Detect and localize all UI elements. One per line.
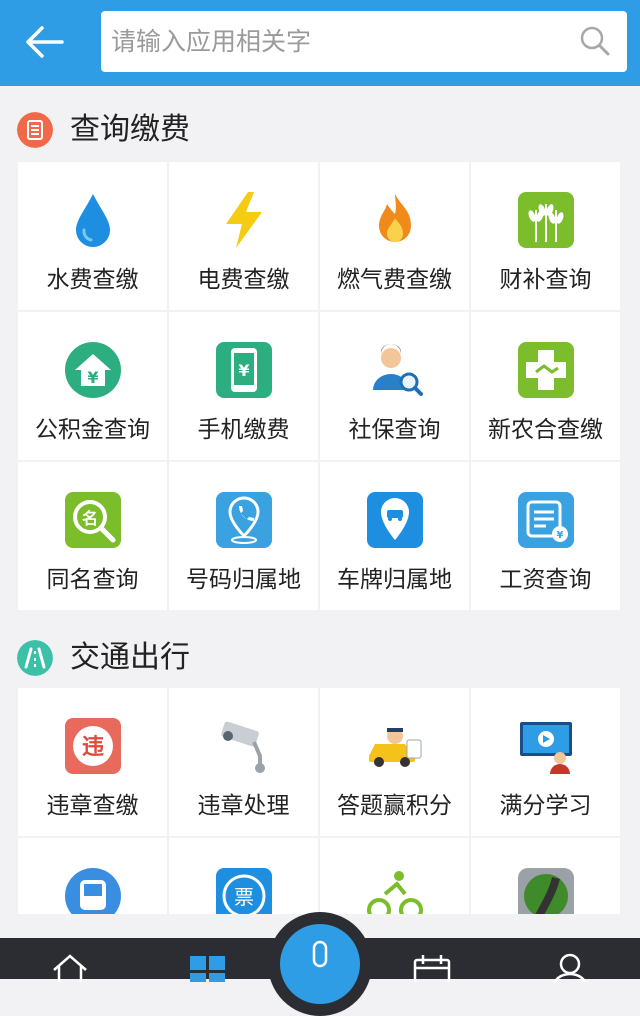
payment-grid: 水费查缴 电费查缴 燃气费查缴 财补查询 ¥ 公积金查询 ¥ 手机缴费 社保查询… <box>18 162 622 611</box>
tile-gas-fee[interactable]: 燃气费查缴 <box>320 162 469 310</box>
tile-label: 公积金查询 <box>35 417 150 443</box>
tile-violation-query[interactable]: 违 违章查缴 <box>18 688 167 836</box>
tile-social-security[interactable]: 社保查询 <box>320 312 469 460</box>
svg-text:¥: ¥ <box>557 530 564 541</box>
top-bar: 请输入应用相关字 <box>0 0 640 86</box>
phone-location-icon <box>216 492 272 548</box>
lightning-icon <box>226 192 262 248</box>
tile-plate-location[interactable]: 车牌归属地 <box>320 462 469 610</box>
tile-quiz-points[interactable]: 答题赢积分 <box>320 688 469 836</box>
bus-icon <box>65 868 121 914</box>
ticket-glyph: 票 <box>234 885 254 909</box>
svg-text:名: 名 <box>82 509 98 528</box>
tile-mobile-payment[interactable]: ¥ 手机缴费 <box>169 312 318 460</box>
tile-phone-location[interactable]: 号码归属地 <box>169 462 318 610</box>
traffic-grid: 违 违章查缴 违章处理 答题赢积分 满分学习 票 <box>18 688 622 914</box>
ticket-icon: 票 <box>216 868 272 914</box>
search-input[interactable]: 请输入应用相关字 <box>101 11 627 72</box>
tile-label: 燃气费查缴 <box>337 267 452 293</box>
water-drop-icon <box>76 194 110 247</box>
tile-ticket[interactable]: 票 <box>169 838 318 914</box>
bicycle-icon <box>367 871 423 914</box>
teacher-screen-icon <box>520 722 572 774</box>
tile-bus[interactable] <box>18 838 167 914</box>
tile-bicycle[interactable] <box>320 838 469 914</box>
tile-water-fee[interactable]: 水费查缴 <box>18 162 167 310</box>
apps-grid-icon[interactable] <box>188 952 228 982</box>
tile-salary-query[interactable]: ¥ 工资查询 <box>471 462 620 610</box>
tile-label: 满分学习 <box>499 793 592 819</box>
tile-label: 违章查缴 <box>46 793 139 819</box>
road-section-icon <box>17 640 53 676</box>
salary-list-icon: ¥ <box>518 492 574 548</box>
car-location-icon <box>367 492 423 548</box>
voice-button[interactable] <box>268 912 372 1016</box>
search-placeholder: 请输入应用相关字 <box>111 27 312 56</box>
tile-label: 新农合查缴 <box>488 417 603 443</box>
voice-button-inner <box>280 924 360 1004</box>
tile-subsidy-query[interactable]: 财补查询 <box>471 162 620 310</box>
tile-violation-handle[interactable]: 违章处理 <box>169 688 318 836</box>
svg-text:¥: ¥ <box>238 361 249 380</box>
tile-rural-medical[interactable]: 新农合查缴 <box>471 312 620 460</box>
violation-glyph: 违 <box>82 734 104 760</box>
camera-icon <box>221 721 265 773</box>
microphone-icon <box>312 940 328 968</box>
tile-label: 社保查询 <box>348 417 441 443</box>
section-header-payment: 查询缴费 <box>0 96 640 172</box>
tile-full-score-study[interactable]: 满分学习 <box>471 688 620 836</box>
tile-label: 工资查询 <box>499 567 592 593</box>
wheat-icon <box>518 192 574 248</box>
tile-label: 财补查询 <box>499 267 592 293</box>
police-car-icon <box>369 728 422 767</box>
name-search-icon: 名 <box>65 492 121 548</box>
section-title: 查询缴费 <box>70 112 190 147</box>
tile-label: 同名查询 <box>46 567 139 593</box>
tile-same-name[interactable]: 名 同名查询 <box>18 462 167 610</box>
road-icon <box>518 868 574 914</box>
calendar-icon[interactable] <box>412 952 452 982</box>
tile-label: 答题赢积分 <box>337 793 452 819</box>
flame-icon <box>379 194 411 242</box>
tile-label: 手机缴费 <box>197 417 290 443</box>
house-yuan-icon: ¥ <box>65 342 121 398</box>
tile-road[interactable] <box>471 838 620 914</box>
list-icon <box>17 112 53 148</box>
search-icon[interactable] <box>579 25 611 57</box>
home-icon[interactable] <box>50 952 90 982</box>
tile-electric-fee[interactable]: 电费查缴 <box>169 162 318 310</box>
back-arrow-icon[interactable] <box>22 24 66 60</box>
phone-yuan-icon: ¥ <box>216 342 272 398</box>
section-title: 交通出行 <box>70 640 190 675</box>
profile-icon[interactable] <box>550 952 590 982</box>
medical-cross-icon <box>518 342 574 398</box>
tile-label: 水费查缴 <box>46 267 139 293</box>
violation-icon: 违 <box>65 718 121 774</box>
svg-text:¥: ¥ <box>87 368 98 387</box>
tile-housing-fund[interactable]: ¥ 公积金查询 <box>18 312 167 460</box>
person-search-icon <box>373 344 423 396</box>
tile-label: 电费查缴 <box>197 267 290 293</box>
tile-label: 违章处理 <box>197 793 290 819</box>
tile-label: 车牌归属地 <box>337 567 452 593</box>
tile-label: 号码归属地 <box>186 567 301 593</box>
